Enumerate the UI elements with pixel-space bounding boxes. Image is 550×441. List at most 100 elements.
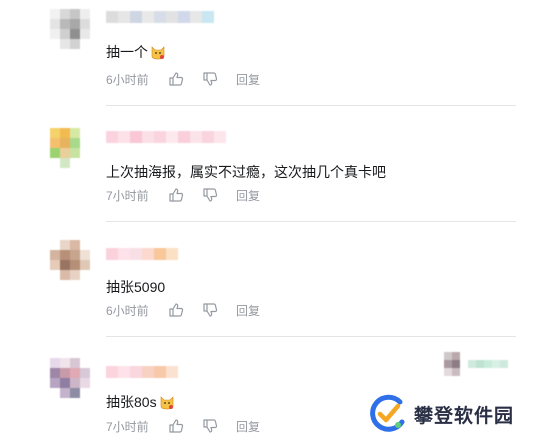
avatar-pixel: [50, 240, 60, 250]
mosaic-pixel: [444, 368, 452, 376]
reply-button[interactable]: 回复: [236, 302, 260, 319]
avatar-pixel: [60, 240, 70, 250]
username-pixel: [166, 366, 178, 378]
avatar-pixel: [70, 158, 80, 168]
comment-text: 抽一个: [106, 42, 166, 62]
username-pixel: [142, 11, 154, 23]
avatar-pixel: [60, 158, 70, 168]
avatar[interactable]: [50, 358, 90, 398]
mosaic-pixel: [468, 368, 476, 376]
avatar-pixel: [70, 39, 80, 49]
mosaic-pixel: [484, 360, 492, 368]
username-pixel: [166, 11, 178, 23]
thumbs-up-icon[interactable]: [168, 187, 184, 203]
username-pixel: [190, 11, 202, 23]
mosaic-pixel: [460, 368, 468, 376]
mosaic-pixel: [452, 352, 460, 360]
avatar-pixel: [60, 148, 70, 158]
avatar-pixel: [60, 9, 70, 19]
avatar-pixel: [60, 138, 70, 148]
username-pixel: [118, 11, 130, 23]
avatar[interactable]: [50, 128, 90, 168]
mosaic-pixel: [492, 352, 500, 360]
mosaic-pixel: [452, 368, 460, 376]
reply-button[interactable]: 回复: [236, 187, 260, 204]
avatar-pixel: [80, 358, 90, 368]
username-pixel: [130, 366, 142, 378]
timestamp: 6小时前: [106, 303, 149, 318]
username-blurred[interactable]: [106, 248, 178, 260]
avatar-pixel: [80, 39, 90, 49]
avatar[interactable]: [50, 9, 90, 49]
mosaic-pixel: [444, 352, 452, 360]
username-pixel: [202, 11, 214, 23]
avatar-pixel: [50, 148, 60, 158]
avatar-pixel: [50, 388, 60, 398]
thumbs-down-icon[interactable]: [202, 71, 218, 87]
avatar-pixel: [80, 388, 90, 398]
mosaic-pixel: [468, 360, 476, 368]
avatar-pixel: [60, 250, 70, 260]
mosaic-pixel: [500, 368, 508, 376]
avatar-pixel: [60, 39, 70, 49]
avatar-pixel: [60, 378, 70, 388]
username-pixel: [130, 11, 142, 23]
comment-text: 上次抽海报，属实不过瘾，这次抽几个真卡吧: [106, 164, 386, 180]
username-pixel: [154, 11, 166, 23]
username-pixel: [106, 11, 118, 23]
thumbs-down-icon[interactable]: [202, 302, 218, 318]
username-pixel: [142, 248, 154, 260]
mosaic-pixel: [500, 360, 508, 368]
username-pixel: [142, 131, 154, 143]
divider: [106, 336, 516, 337]
avatar-pixel: [80, 9, 90, 19]
avatar-pixel: [70, 358, 80, 368]
avatar-pixel: [50, 158, 60, 168]
avatar-pixel: [70, 138, 80, 148]
comment-meta: 7小时前 回复: [106, 187, 260, 203]
comment-meta: 6小时前 回复: [106, 302, 260, 318]
avatar-pixel: [50, 358, 60, 368]
avatar-pixel: [80, 138, 90, 148]
mosaic-pixel: [500, 352, 508, 360]
avatar-pixel: [70, 19, 80, 29]
mosaic-pixel: [452, 360, 460, 368]
mosaic-pixel: [460, 352, 468, 360]
avatar-pixel: [60, 19, 70, 29]
mosaic-pixel: [476, 352, 484, 360]
avatar-pixel: [50, 378, 60, 388]
avatar-pixel: [80, 368, 90, 378]
avatar-pixel: [80, 148, 90, 158]
reply-button[interactable]: 回复: [236, 418, 260, 435]
thumbs-up-icon[interactable]: [168, 71, 184, 87]
mosaic-pixel: [476, 360, 484, 368]
avatar-pixel: [50, 270, 60, 280]
mosaic-pixel: [476, 368, 484, 376]
thumbs-up-icon[interactable]: [168, 302, 184, 318]
avatar-pixel: [70, 378, 80, 388]
avatar-pixel: [80, 19, 90, 29]
thumbs-up-icon[interactable]: [168, 418, 184, 434]
avatar-pixel: [50, 260, 60, 270]
username-pixel: [130, 131, 142, 143]
blurred-user-mosaic: [444, 352, 516, 376]
mosaic-pixel: [444, 360, 452, 368]
avatar-pixel: [50, 9, 60, 19]
avatar[interactable]: [50, 240, 90, 280]
mosaic-pixel: [508, 360, 516, 368]
avatar-pixel: [50, 19, 60, 29]
site-watermark: 攀登软件园: [364, 390, 550, 438]
username-pixel: [118, 366, 130, 378]
username-blurred[interactable]: [106, 366, 178, 378]
avatar-pixel: [70, 368, 80, 378]
reply-button[interactable]: 回复: [236, 71, 260, 88]
avatar-pixel: [50, 39, 60, 49]
username-pixel: [154, 366, 166, 378]
avatar-pixel: [60, 358, 70, 368]
thumbs-down-icon[interactable]: [202, 418, 218, 434]
username-blurred[interactable]: [106, 11, 214, 23]
avatar-pixel: [60, 368, 70, 378]
avatar-pixel: [80, 158, 90, 168]
thumbs-down-icon[interactable]: [202, 187, 218, 203]
username-blurred[interactable]: [106, 131, 226, 143]
